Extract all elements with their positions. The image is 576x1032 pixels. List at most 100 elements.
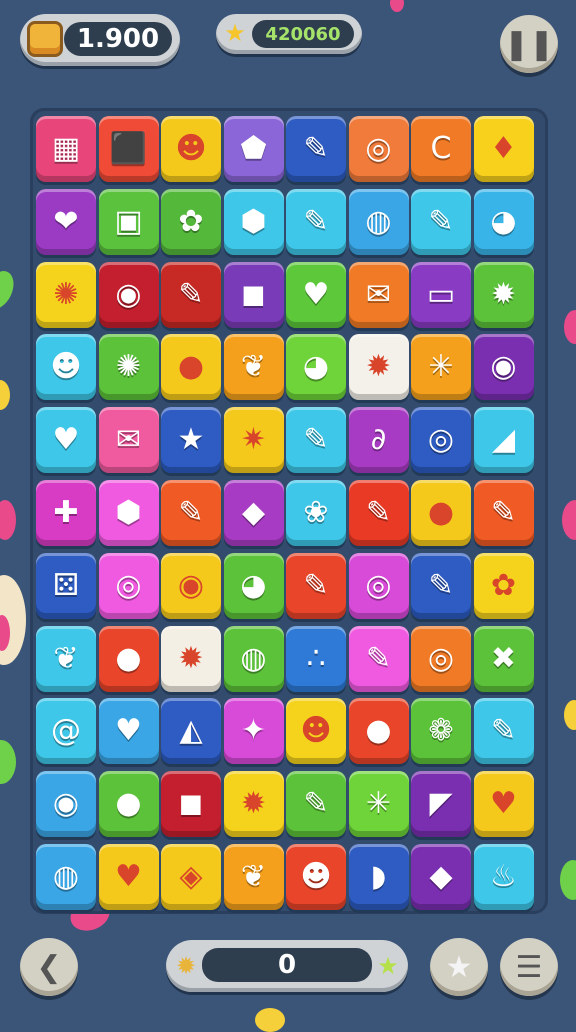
board-tile[interactable]: ❤ <box>36 188 96 255</box>
pause-button[interactable]: ❚❚ <box>500 15 558 73</box>
board-tile[interactable]: ✿ <box>161 188 221 255</box>
board-tile[interactable]: ♦ <box>473 116 534 182</box>
tile-item-icon: @ <box>51 713 81 749</box>
board-tile[interactable]: ✹ <box>473 261 534 328</box>
board-tile[interactable]: ✎ <box>473 480 534 546</box>
board-tile[interactable]: ✉ <box>348 261 409 328</box>
board-tile[interactable]: ◍ <box>36 844 96 910</box>
board-tile[interactable]: ✉ <box>98 407 159 474</box>
board-tile[interactable]: ✎ <box>473 698 534 765</box>
board-tile[interactable]: ☻ <box>36 334 96 401</box>
board-tile[interactable]: ◕ <box>223 552 284 619</box>
board-tile[interactable]: ◎ <box>98 552 159 619</box>
board-tile[interactable]: ⚄ <box>36 552 96 619</box>
board-tile[interactable]: ◤ <box>411 771 471 838</box>
board-tile[interactable]: ✎ <box>348 480 409 546</box>
board-tile[interactable]: ✎ <box>286 116 346 182</box>
board-tile[interactable]: ◆ <box>223 480 284 546</box>
score-counter: ★ 420060 <box>216 14 362 54</box>
board-tile[interactable]: ✎ <box>286 407 346 474</box>
board-tile[interactable]: ⬛ <box>98 116 159 182</box>
board-tile[interactable]: ♥ <box>36 407 96 474</box>
board-tile[interactable]: ◉ <box>473 334 534 401</box>
board-tile[interactable]: ▭ <box>411 261 471 328</box>
board-tile[interactable]: ◎ <box>411 625 471 692</box>
board-tile[interactable]: ◼ <box>161 771 221 838</box>
board-tile[interactable]: ❦ <box>223 334 284 401</box>
board-tile[interactable]: @ <box>36 698 96 765</box>
board-tile[interactable]: ★ <box>161 407 221 474</box>
board-tile[interactable]: ✺ <box>36 261 96 328</box>
board-tile[interactable]: ♨ <box>473 844 534 910</box>
board-tile[interactable]: ♥ <box>98 844 159 910</box>
board-tile[interactable]: ✳ <box>348 771 409 838</box>
board-tile[interactable]: ◉ <box>161 552 221 619</box>
board-tile[interactable]: ✎ <box>411 552 471 619</box>
board-tile[interactable]: ⬢ <box>98 480 159 546</box>
menu-button[interactable]: ☰ <box>500 938 558 996</box>
board-tile[interactable]: ◼ <box>223 261 284 328</box>
board-tile[interactable]: ⬟ <box>223 116 284 182</box>
board-tile[interactable]: ∴ <box>286 625 346 692</box>
board-tile[interactable]: ♥ <box>286 261 346 328</box>
board-tile[interactable]: ✳ <box>411 334 471 401</box>
tile-item-icon: ✷ <box>240 422 267 458</box>
board-tile[interactable]: ♥ <box>98 698 159 765</box>
board-tile[interactable]: ◢ <box>473 407 534 474</box>
board-tile[interactable]: ◕ <box>286 334 346 401</box>
board-tile[interactable]: ◈ <box>161 844 221 910</box>
board-tile[interactable]: ⬢ <box>223 188 284 255</box>
board-tile[interactable]: ☻ <box>286 698 346 765</box>
board-tile[interactable]: ❁ <box>411 698 471 765</box>
board-tile[interactable]: ✺ <box>98 334 159 401</box>
board-tile[interactable]: ♥ <box>473 771 534 838</box>
board-tile[interactable]: ✎ <box>161 261 221 328</box>
board-tile[interactable]: ◆ <box>411 844 471 910</box>
board-tile[interactable]: ◍ <box>348 188 409 255</box>
board-tile[interactable]: ● <box>98 625 159 692</box>
tile-item-icon: ◍ <box>52 859 80 894</box>
board-tile[interactable]: ✎ <box>286 771 346 838</box>
board-tile[interactable]: ◉ <box>98 261 159 328</box>
board-tile[interactable]: ❦ <box>36 625 96 692</box>
board-tile[interactable]: ● <box>411 480 471 546</box>
board-tile[interactable]: ● <box>161 334 221 401</box>
board-tile[interactable]: ✚ <box>36 480 96 546</box>
board-tile[interactable]: ◕ <box>473 188 534 255</box>
board-tile[interactable]: ✎ <box>286 552 346 619</box>
board-tile[interactable]: ◉ <box>36 771 96 838</box>
board-tile[interactable]: ∂ <box>348 407 409 474</box>
tile-item-icon: ◗ <box>370 859 387 894</box>
board-tile[interactable]: ● <box>98 771 159 838</box>
board-tile[interactable]: ✹ <box>161 625 221 692</box>
board-tile[interactable]: ✦ <box>223 698 284 765</box>
board-tile[interactable]: ✿ <box>473 552 534 619</box>
pause-icon: ❚❚ <box>503 26 555 62</box>
board-tile[interactable]: ◍ <box>223 625 284 692</box>
board-tile[interactable]: ✎ <box>411 188 471 255</box>
board-tile[interactable]: ✹ <box>348 334 409 401</box>
board-tile[interactable]: ✎ <box>348 625 409 692</box>
board-tile[interactable]: ▦ <box>36 116 96 182</box>
board-tile[interactable]: ◭ <box>161 698 221 765</box>
board-tile[interactable]: ☻ <box>161 116 221 182</box>
board-tile[interactable]: ✎ <box>286 188 346 255</box>
board-tile[interactable]: ● <box>348 698 409 765</box>
board-tile[interactable]: ✹ <box>223 771 284 838</box>
board-tile[interactable]: ◎ <box>348 552 409 619</box>
board-tile[interactable]: ◎ <box>348 116 409 182</box>
board-tile[interactable]: ❦ <box>223 844 284 910</box>
board-tile[interactable]: ◎ <box>411 407 471 474</box>
board-tile[interactable]: C <box>411 116 471 182</box>
tile-item-icon: ✦ <box>240 713 267 749</box>
board-tile[interactable]: ❀ <box>286 480 346 546</box>
board-tile[interactable]: ✎ <box>161 480 221 546</box>
favorite-button[interactable]: ★ <box>430 938 488 996</box>
board-tile[interactable]: ◗ <box>348 844 409 910</box>
tile-item-icon: ◍ <box>365 203 392 239</box>
board-tile[interactable]: ☻ <box>286 844 346 910</box>
board-tile[interactable]: ✖ <box>473 625 534 692</box>
board-tile[interactable]: ✷ <box>223 407 284 474</box>
back-button[interactable]: ❮ <box>20 938 78 996</box>
board-tile[interactable]: ▣ <box>98 188 159 255</box>
